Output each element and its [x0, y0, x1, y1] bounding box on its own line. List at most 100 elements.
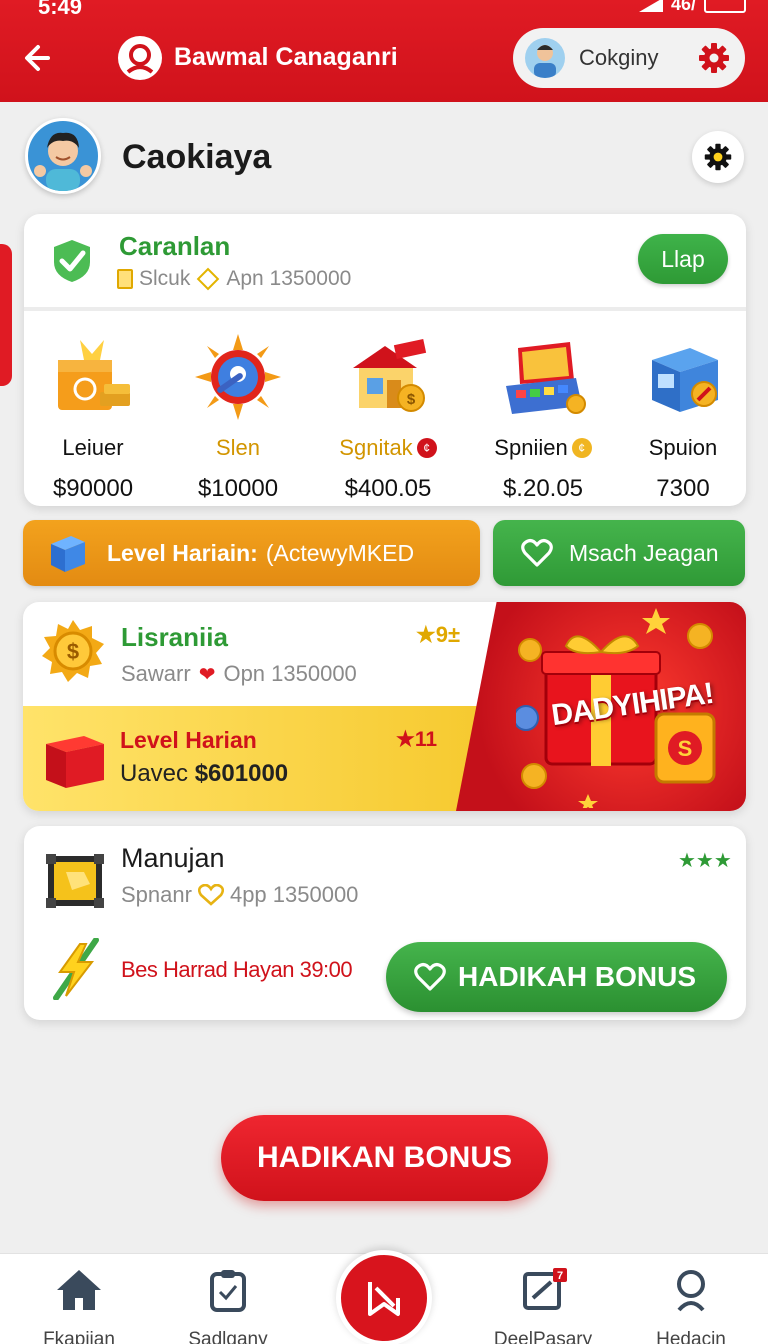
mystery-box-icon — [652, 348, 718, 412]
status-title: Caranlan — [119, 231, 231, 261]
battery-icon — [704, 0, 746, 13]
bonus-sub-text: 4pp 1350000 — [229, 882, 359, 907]
coin-star-icon: $ — [42, 620, 104, 682]
nav-item-deals[interactable]: 7 DeelPasary — [478, 1268, 608, 1344]
reward-label-text: Leiuer — [62, 435, 124, 460]
reward-value: 7300 — [656, 475, 710, 502]
nav-center-button[interactable] — [336, 1250, 432, 1344]
heart-icon: ❤ — [198, 663, 216, 686]
network-label: 46/ — [670, 0, 696, 14]
side-drawer-tab[interactable] — [0, 244, 12, 386]
reward-item[interactable]: Slen $10000 — [163, 334, 313, 503]
svg-text:S: S — [678, 736, 693, 761]
match-button[interactable]: Msach Jeagan — [493, 520, 745, 586]
nav-label: DeelPasary — [493, 1329, 593, 1344]
claim-button[interactable]: Llap — [638, 234, 728, 284]
level-label: Level Hariain: — [107, 539, 258, 566]
profile-name: Caokiaya — [122, 138, 272, 176]
shop-icon: $ — [353, 339, 427, 412]
status-indicators: 46/ — [638, 0, 746, 15]
bonus-title: Manujan — [121, 843, 225, 873]
nav-item-schedule[interactable]: Sadlgany — [163, 1268, 293, 1344]
card-divider — [24, 307, 746, 311]
nav-label: Sadlgany — [188, 1329, 268, 1344]
clipboard-icon — [210, 1270, 246, 1312]
level-extra: (ActewyMKED — [265, 539, 415, 566]
svg-text:$: $ — [407, 391, 416, 408]
pill-username: Cokginy — [579, 45, 659, 70]
reward-item[interactable]: Spniien ¢ $.20.05 — [468, 334, 618, 503]
promo-prize: Uavec $601000 — [120, 760, 288, 788]
reward-label: Slen — [163, 435, 313, 461]
reward-label: Spuion — [608, 435, 758, 461]
hadikah-bonus-button[interactable]: HADIKAH BONUS — [386, 942, 727, 1012]
pill-avatar — [525, 38, 565, 78]
person-avatar-icon — [34, 132, 92, 191]
promo-sub-label: Sawarr — [121, 661, 191, 686]
gift-box-icon — [58, 340, 130, 410]
nav-badge: 7 — [557, 1270, 563, 1282]
profile-avatar[interactable] — [25, 118, 101, 194]
header-title: Bawmal Canaganri — [174, 43, 398, 71]
promo-stars: ★9± — [416, 622, 461, 647]
reward-label-text: Slen — [215, 435, 261, 460]
promo-prize-label: Uavec — [120, 760, 189, 787]
hadikan-bonus-cta[interactable]: HADIKAN BONUS — [221, 1115, 548, 1201]
nav-label: Hedacin — [656, 1329, 726, 1344]
promo-level-stars: ★11 — [396, 728, 438, 751]
bonus-timer: Bes Harrad Hayan 39:00 — [121, 957, 353, 982]
promo-title: Lisraniia — [121, 622, 228, 652]
nav-label: Fkapiian — [43, 1329, 115, 1344]
heart-outline-icon — [414, 962, 446, 991]
reward-value: $400.05 — [344, 475, 432, 502]
promo-sub-text: Opn 1350000 — [223, 661, 357, 686]
deals-tablet-icon: 7 — [523, 1268, 567, 1310]
heart-outline-icon — [197, 884, 224, 906]
status-sub-label: Slcuk — [139, 267, 191, 290]
user-pill[interactable]: Cokginy — [513, 28, 745, 88]
swap-arrow-icon — [368, 1282, 400, 1316]
lightning-bolt-icon — [53, 938, 99, 1000]
cube-icon — [51, 536, 85, 572]
reward-item[interactable]: Spuion 7300 — [608, 334, 758, 503]
hadikah-label: HADIKAH BONUS — [458, 961, 696, 992]
promo-subtitle: Sawarr ❤ Opn 1350000 — [121, 661, 357, 687]
coin-badge-icon: ¢ — [571, 438, 592, 458]
nav-item-home[interactable]: Fkapiian — [14, 1268, 144, 1344]
status-subtitle: Slcuk Apn 1350000 — [117, 267, 351, 291]
daily-level-button[interactable]: Level Hariain: (ActewyMKED — [23, 520, 480, 586]
red-box-icon — [46, 736, 104, 788]
settings-button[interactable] — [692, 131, 744, 183]
reward-label-text: Sgnitak — [339, 435, 413, 460]
bonus-sub-label: Spnanr — [121, 882, 192, 907]
bonus-stars: ★★★ — [678, 850, 732, 872]
reward-label: Spniien ¢ — [468, 435, 618, 461]
bonus-subtitle: Spnanr 4pp 1350000 — [121, 882, 358, 908]
gear-icon — [704, 143, 732, 171]
match-label: Msach Jeagan — [569, 539, 719, 566]
reward-value: $90000 — [52, 475, 134, 502]
reward-item[interactable]: Leiuer $90000 — [18, 334, 168, 503]
ticket-icon — [117, 269, 133, 289]
reward-value: $.20.05 — [502, 475, 584, 502]
nav-item-search[interactable]: Hedacin — [626, 1268, 756, 1344]
promo-prize-value: $601000 — [194, 760, 289, 787]
reward-item[interactable]: $ Sgnitak ¢ $400.05 — [313, 334, 463, 503]
home-icon — [57, 1270, 101, 1310]
back-button[interactable] — [18, 36, 62, 80]
treasure-chest-icon — [46, 854, 104, 908]
status-sub-text: Apn 1350000 — [226, 267, 352, 290]
shield-check-icon — [54, 240, 90, 282]
arrow-left-icon — [25, 45, 50, 71]
reward-label-text: Spniien — [494, 435, 568, 460]
coin-badge-icon: ¢ — [416, 438, 437, 458]
treasure-case-icon — [506, 342, 586, 414]
user-ring-icon — [121, 39, 159, 77]
reward-label: Sgnitak ¢ — [313, 435, 463, 461]
gear-icon[interactable] — [697, 41, 731, 75]
app-logo — [118, 36, 162, 80]
reward-label: Leiuer — [18, 435, 168, 461]
heart-outline-icon — [521, 538, 553, 567]
signal-icon — [638, 0, 663, 12]
diamond-icon — [197, 267, 220, 291]
